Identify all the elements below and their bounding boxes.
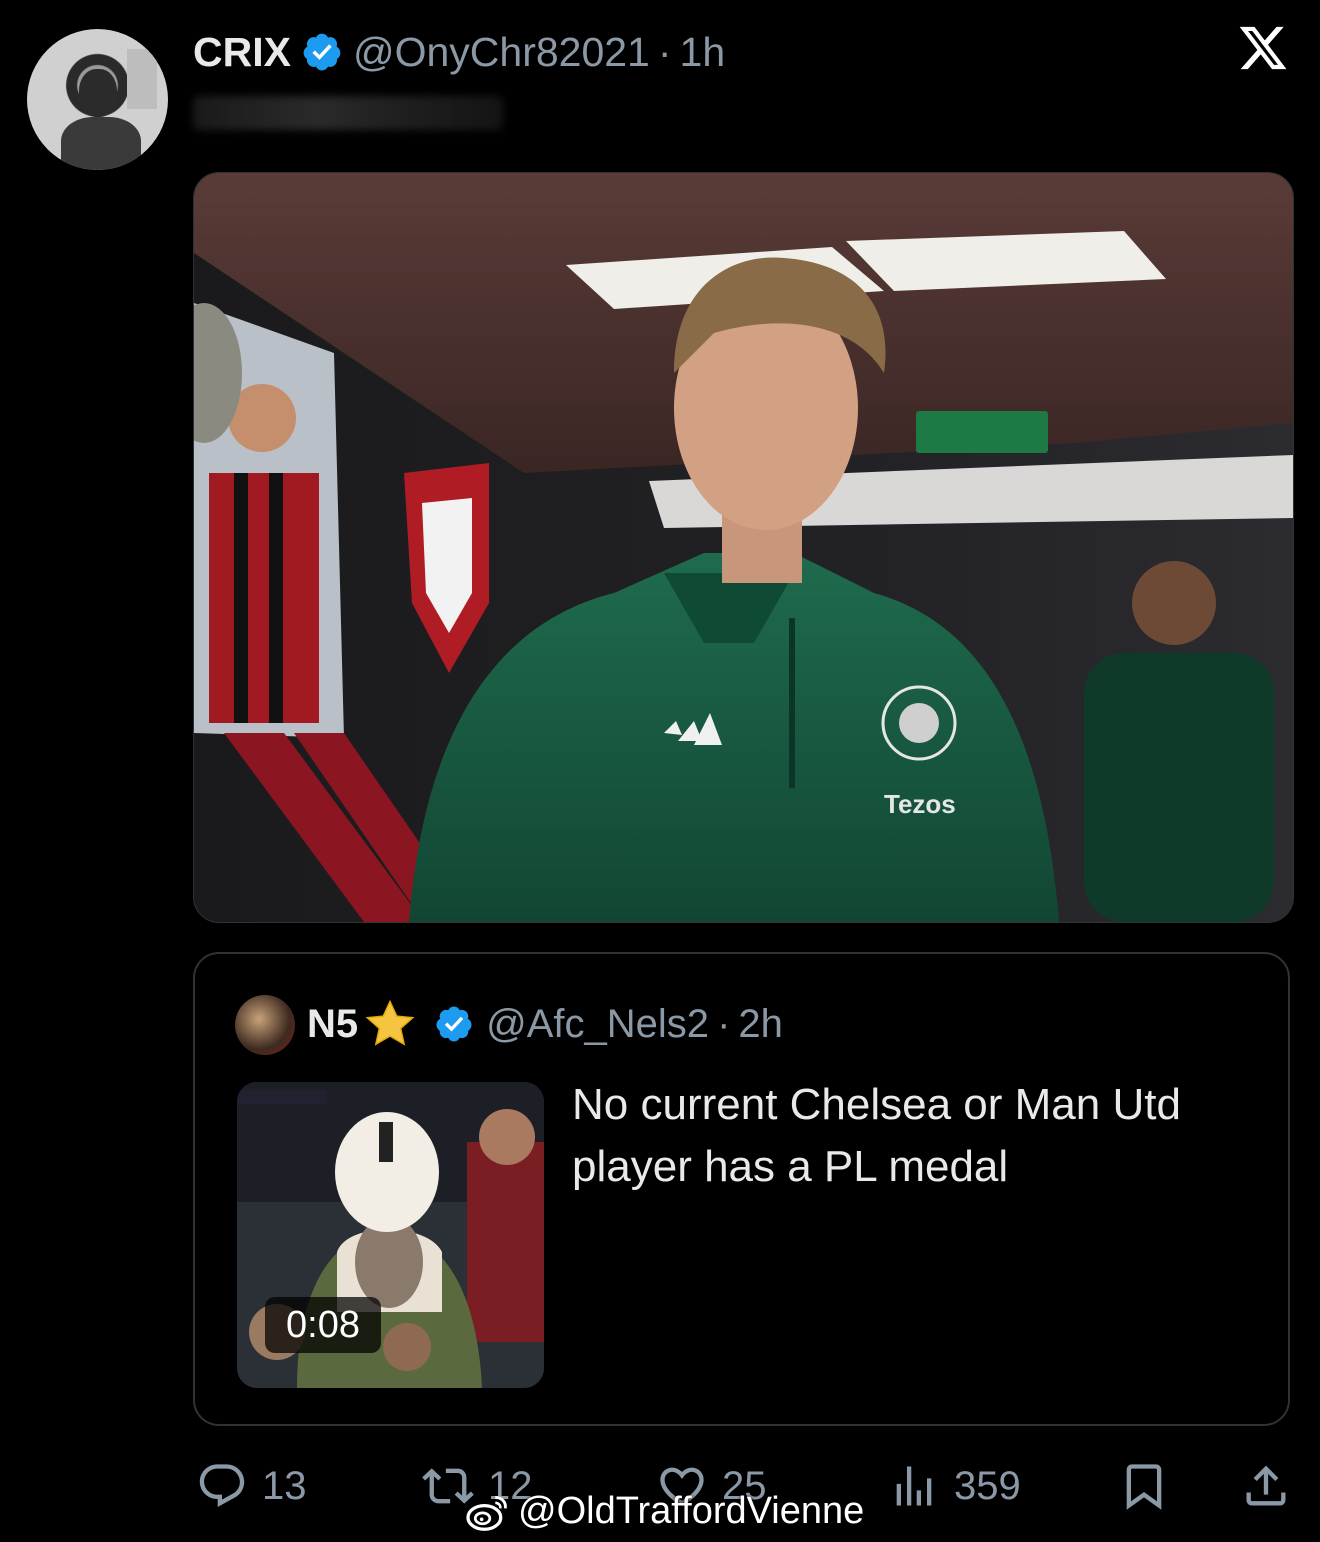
share-icon	[1246, 1465, 1286, 1506]
views-button[interactable]: 359	[888, 1460, 1021, 1512]
bookmark-icon	[1126, 1464, 1162, 1510]
avatar-body	[61, 117, 141, 170]
quoted-tweet-card[interactable]: N5 @Afc_Nels2 · 2h 0:08 No current Chels…	[193, 952, 1290, 1426]
author-avatar[interactable]	[27, 29, 168, 170]
tweet-header: CRIX @OnyChr82021 · 1h	[193, 26, 725, 78]
weibo-icon	[466, 1495, 507, 1531]
quoted-tweet-time[interactable]: 2h	[738, 1002, 783, 1047]
quoted-author-avatar[interactable]	[235, 995, 295, 1055]
quoted-tweet-header: N5 @Afc_Nels2 · 2h	[307, 998, 783, 1050]
view-count: 359	[954, 1463, 1021, 1508]
blurred-tweet-text	[193, 96, 503, 130]
reply-count: 13	[262, 1463, 307, 1508]
watermark-text: @OldTraffordVienne	[518, 1490, 865, 1532]
quoted-author-handle[interactable]: @Afc_Nels2	[486, 1002, 709, 1047]
verified-badge-icon	[436, 1006, 472, 1042]
separator-dot: ·	[657, 28, 672, 75]
reply-icon	[199, 1464, 245, 1508]
photo-sponsor: Tezos	[884, 789, 956, 819]
quoted-video-thumbnail[interactable]: 0:08	[237, 1082, 544, 1388]
views-icon	[896, 1466, 932, 1506]
author-name[interactable]: CRIX	[193, 29, 291, 76]
quoted-author-name[interactable]: N5	[307, 1002, 358, 1047]
photo-illustration: Tezos	[194, 173, 1293, 922]
video-duration-badge: 0:08	[265, 1297, 381, 1353]
tweet-time[interactable]: 1h	[680, 29, 726, 76]
separator-dot: ·	[717, 1001, 731, 1046]
tweet-photo[interactable]: Tezos	[193, 172, 1294, 923]
avatar-background	[127, 49, 157, 109]
bookmark-button[interactable]	[1118, 1460, 1184, 1512]
avatar-head	[79, 69, 117, 117]
author-handle[interactable]: @OnyChr82021	[353, 29, 650, 76]
x-logo-icon	[1239, 26, 1287, 70]
star-icon	[365, 999, 415, 1046]
verified-badge-icon	[303, 33, 341, 71]
share-button[interactable]	[1240, 1460, 1306, 1512]
quoted-tweet-text: No current Chelsea or Man Utd player has…	[572, 1080, 1181, 1191]
weibo-watermark: @OldTraffordVienne	[466, 1490, 864, 1533]
reply-button[interactable]: 13	[196, 1460, 307, 1512]
